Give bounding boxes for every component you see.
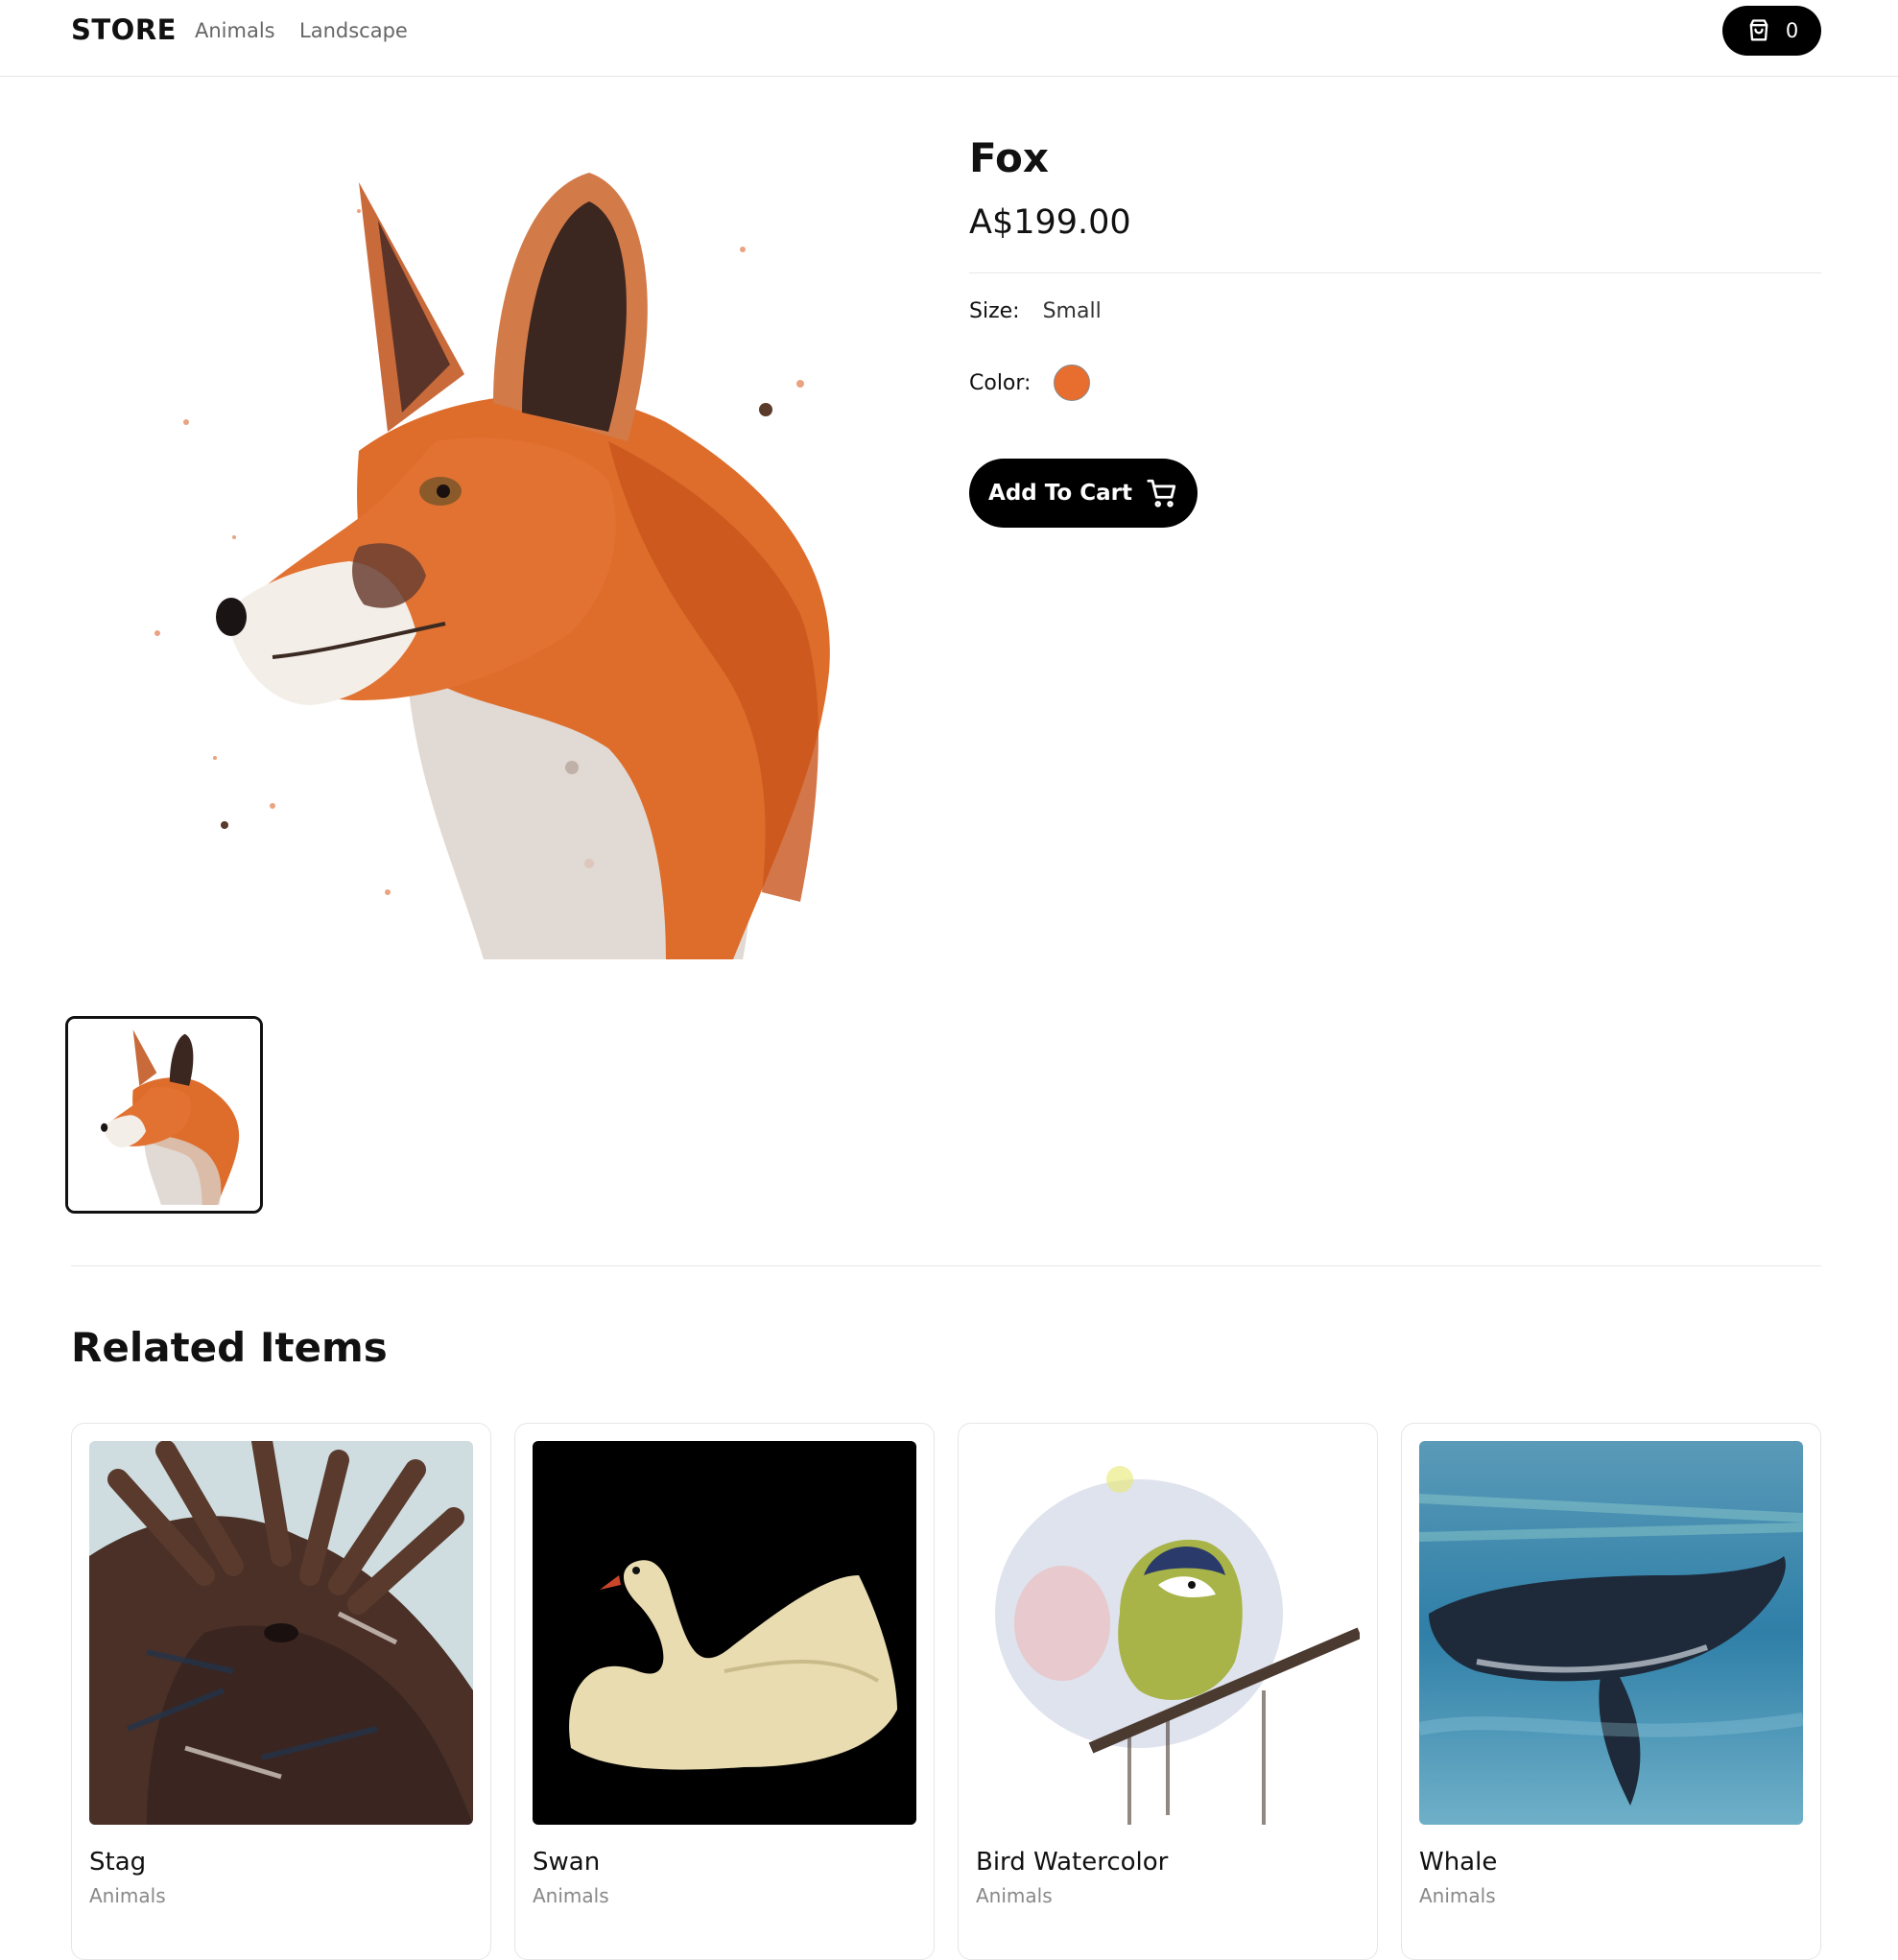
card-name[interactable]: Stag <box>89 1848 146 1877</box>
card-category: Animals <box>1419 1884 1496 1907</box>
card-category: Animals <box>533 1884 609 1907</box>
card-category: Animals <box>976 1884 1053 1907</box>
related-card-swan[interactable]: Swan Animals <box>514 1423 935 1960</box>
shopping-cart-icon <box>1147 479 1176 508</box>
product-thumbnail[interactable] <box>65 1016 263 1214</box>
related-card-whale[interactable]: Whale Animals <box>1401 1423 1821 1960</box>
whale-painting <box>1419 1441 1803 1825</box>
info-divider <box>969 272 1821 273</box>
card-name[interactable]: Swan <box>533 1848 600 1877</box>
product-title: Fox <box>969 134 1049 181</box>
bird-image <box>976 1441 1360 1825</box>
stag-painting <box>89 1441 473 1825</box>
fox-thumbnail <box>68 1019 260 1211</box>
size-value[interactable]: Small <box>1043 299 1102 323</box>
product-main-image <box>71 134 923 986</box>
size-label: Size: <box>969 299 1020 323</box>
add-to-cart-button[interactable]: Add To Cart <box>969 459 1198 528</box>
fox-painting <box>71 134 923 986</box>
swan-painting <box>533 1441 916 1825</box>
site-header: STORE Animals Landscape 0 <box>0 0 1898 77</box>
whale-image <box>1419 1441 1803 1825</box>
color-row: Color: <box>969 365 1091 401</box>
cart-count: 0 <box>1785 19 1799 42</box>
store-logo[interactable]: STORE <box>71 13 177 46</box>
section-divider <box>71 1265 1821 1266</box>
swan-image <box>533 1441 916 1825</box>
card-name[interactable]: Whale <box>1419 1848 1497 1877</box>
nav-link-landscape[interactable]: Landscape <box>299 19 408 42</box>
related-card-stag[interactable]: Stag Animals <box>71 1423 491 1960</box>
shopping-bag-icon <box>1749 19 1768 41</box>
card-name[interactable]: Bird Watercolor <box>976 1848 1168 1877</box>
related-card-bird-watercolor[interactable]: Bird Watercolor Animals <box>958 1423 1378 1960</box>
card-category: Animals <box>89 1884 166 1907</box>
cart-button[interactable]: 0 <box>1722 6 1821 56</box>
bird-painting <box>976 1441 1360 1825</box>
size-row: Size: Small <box>969 299 1102 323</box>
color-label: Color: <box>969 370 1032 395</box>
product-price: A$199.00 <box>969 203 1131 242</box>
color-swatch-orange[interactable] <box>1054 365 1091 401</box>
related-items-title: Related Items <box>71 1324 388 1371</box>
stag-image <box>89 1441 473 1825</box>
add-to-cart-label: Add To Cart <box>988 481 1132 506</box>
nav-link-animals[interactable]: Animals <box>195 19 275 42</box>
